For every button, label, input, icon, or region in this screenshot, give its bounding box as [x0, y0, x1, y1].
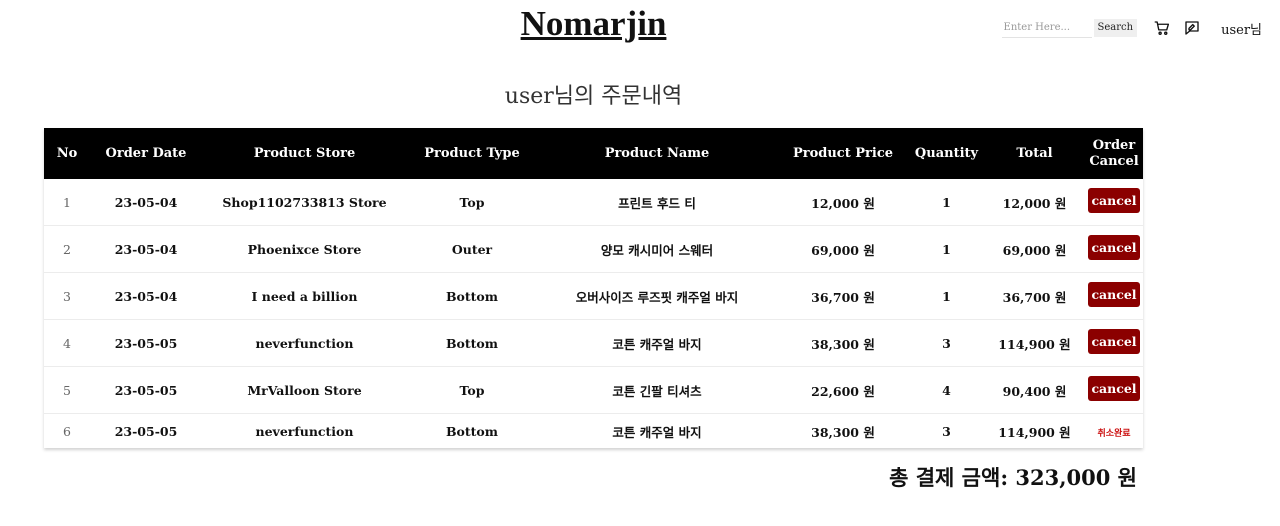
cell-order-date: 23-05-05 [90, 319, 202, 367]
cell-product-store: I need a billion [202, 272, 407, 320]
cell-quantity: 4 [909, 366, 984, 414]
cell-product-type: Top [407, 366, 537, 414]
cell-no: 5 [44, 366, 90, 414]
cell-order-date: 23-05-04 [90, 225, 202, 273]
cell-order-date: 23-05-05 [90, 366, 202, 414]
cell-quantity: 1 [909, 272, 984, 320]
page-title: user님의 주문내역 [504, 84, 683, 109]
table-row: 6 23-05-05 neverfunction Bottom 코튼 캐주얼 바… [44, 414, 1143, 449]
cell-order-cancel: cancel [1085, 272, 1143, 320]
cell-no: 3 [44, 272, 90, 320]
cell-total: 12,000 원 [984, 179, 1085, 226]
table-row: 3 23-05-04 I need a billion Bottom 오버사이즈… [44, 272, 1143, 320]
column-header-no: No [44, 128, 90, 179]
column-header-order-date: Order Date [90, 128, 202, 179]
cell-order-cancel: cancel [1085, 319, 1143, 367]
cell-product-price: 22,600 원 [777, 366, 909, 414]
table-row: 2 23-05-04 Phoenixce Store Outer 양모 캐시미어… [44, 225, 1143, 273]
cell-product-store: Shop1102733813 Store [202, 179, 407, 226]
cancel-order-button[interactable]: cancel [1088, 375, 1140, 401]
top-bar: Search user님 [1001, 17, 1262, 39]
cell-product-store: neverfunction [202, 319, 407, 367]
cancel-complete-label: 취소완료 [1097, 428, 1131, 439]
cell-product-type: Outer [407, 225, 537, 273]
cell-product-name: 오버사이즈 루즈핏 캐주얼 바지 [537, 272, 777, 320]
table-row: 1 23-05-04 Shop1102733813 Store Top 프린트 … [44, 179, 1143, 226]
column-header-product-name: Product Name [537, 128, 777, 179]
total-payment-amount: 총 결제 금액: 323,000 원 [889, 465, 1137, 490]
table-row: 4 23-05-05 neverfunction Bottom 코튼 캐주얼 바… [44, 319, 1143, 367]
cell-product-type: Bottom [445, 423, 498, 439]
column-header-total: Total [984, 128, 1085, 179]
cart-icon[interactable] [1153, 19, 1171, 37]
cell-order-cancel: cancel [1085, 366, 1143, 414]
cancel-order-button[interactable]: cancel [1088, 328, 1140, 354]
cell-product-name: 양모 캐시미어 스웨터 [537, 225, 777, 273]
cell-no: 1 [44, 179, 90, 226]
cell-quantity: 3 [909, 319, 984, 367]
cell-total: 69,000 원 [984, 225, 1085, 273]
user-menu[interactable]: user님 [1221, 19, 1262, 38]
orders-table: No Order Date Product Store Product Type… [44, 128, 1143, 448]
cell-no: 6 [63, 423, 71, 439]
cell-product-type: Top [407, 179, 537, 226]
cell-total: 90,400 원 [984, 366, 1085, 414]
column-header-quantity: Quantity [909, 128, 984, 179]
cancel-order-button[interactable]: cancel [1088, 234, 1140, 260]
cell-product-store: neverfunction [255, 423, 354, 439]
cell-product-store: MrValloon Store [202, 366, 407, 414]
cell-product-price: 12,000 원 [777, 179, 909, 226]
cell-product-price: 38,300 원 [811, 424, 875, 440]
cell-product-price: 36,700 원 [777, 272, 909, 320]
column-header-order-cancel: Order Cancel [1085, 128, 1143, 179]
cell-order-cancel: cancel [1085, 179, 1143, 226]
cell-quantity: 1 [909, 179, 984, 226]
board-icon[interactable] [1183, 19, 1201, 37]
cell-no: 4 [44, 319, 90, 367]
cell-product-name: 코튼 캐주얼 바지 [612, 424, 702, 440]
cell-no: 2 [44, 225, 90, 273]
table-row: 5 23-05-05 MrValloon Store Top 코튼 긴팔 티셔츠… [44, 366, 1143, 414]
search-button[interactable]: Search [1093, 19, 1138, 37]
column-header-product-price: Product Price [777, 128, 909, 179]
cell-quantity: 3 [942, 423, 951, 439]
cell-order-cancel: cancel [1085, 225, 1143, 273]
cell-total: 114,900 원 [998, 424, 1071, 440]
cell-product-price: 69,000 원 [777, 225, 909, 273]
cell-quantity: 1 [909, 225, 984, 273]
cell-product-name: 코튼 캐주얼 바지 [537, 319, 777, 367]
cancel-order-button[interactable]: cancel [1088, 187, 1140, 213]
cell-product-store: Phoenixce Store [202, 225, 407, 273]
cell-order-cancel: 취소완료 [1085, 414, 1143, 449]
cancel-order-button[interactable]: cancel [1088, 281, 1140, 307]
cell-order-date: 23-05-05 [114, 423, 178, 439]
cell-total: 114,900 원 [984, 319, 1085, 367]
table-header-row: No Order Date Product Store Product Type… [44, 128, 1143, 179]
column-header-product-store: Product Store [202, 128, 407, 179]
cell-order-date: 23-05-04 [90, 272, 202, 320]
cell-product-type: Bottom [407, 319, 537, 367]
cell-product-type: Bottom [407, 272, 537, 320]
cell-product-price: 38,300 원 [777, 319, 909, 367]
cell-total: 36,700 원 [984, 272, 1085, 320]
column-header-product-type: Product Type [407, 128, 537, 179]
cell-product-name: 코튼 긴팔 티셔츠 [537, 366, 777, 414]
cell-order-date: 23-05-04 [90, 179, 202, 226]
cell-product-name: 프린트 후드 티 [537, 179, 777, 226]
search-input[interactable] [1001, 18, 1092, 38]
